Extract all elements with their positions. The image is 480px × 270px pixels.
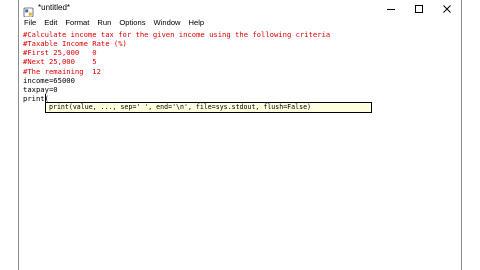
menu-format[interactable]: Format	[62, 17, 92, 29]
python-icon	[23, 3, 34, 18]
screen-background: *untitled* File Edit Format Run Options …	[0, 0, 480, 270]
menu-help[interactable]: Help	[186, 17, 208, 29]
maximize-button[interactable]	[405, 0, 433, 17]
minimize-button[interactable]	[377, 0, 405, 17]
minimize-icon	[386, 0, 396, 18]
maximize-icon	[414, 0, 424, 18]
menu-edit[interactable]: Edit	[41, 17, 60, 29]
calltip-tooltip: print(value, ..., sep=' ', end='\n', fil…	[45, 102, 372, 113]
code-line: #Next 25,000 5	[23, 57, 97, 66]
window-title: *untitled*	[38, 3, 71, 12]
title-bar[interactable]: *untitled*	[19, 0, 461, 18]
idle-editor-window: *untitled* File Edit Format Run Options …	[18, 0, 462, 270]
close-icon	[442, 0, 452, 18]
menu-file[interactable]: File	[21, 17, 39, 29]
code-line: taxpay=0	[23, 85, 58, 94]
code-line: #Calculate income tax for the given inco…	[23, 30, 331, 39]
code-line: #Taxable Income Rate (%)	[23, 39, 127, 48]
menu-bar: File Edit Format Run Options Window Help	[19, 17, 461, 29]
code-line: #First 25,000 0	[23, 48, 97, 57]
menu-window[interactable]: Window	[151, 17, 184, 29]
code-editor[interactable]: #Calculate income tax for the given inco…	[23, 30, 459, 268]
code-line: income=65000	[23, 76, 75, 85]
code-line: #The remaining 12	[23, 67, 101, 76]
menu-options[interactable]: Options	[116, 17, 148, 29]
menu-run[interactable]: Run	[94, 17, 114, 29]
close-button[interactable]	[433, 0, 461, 17]
